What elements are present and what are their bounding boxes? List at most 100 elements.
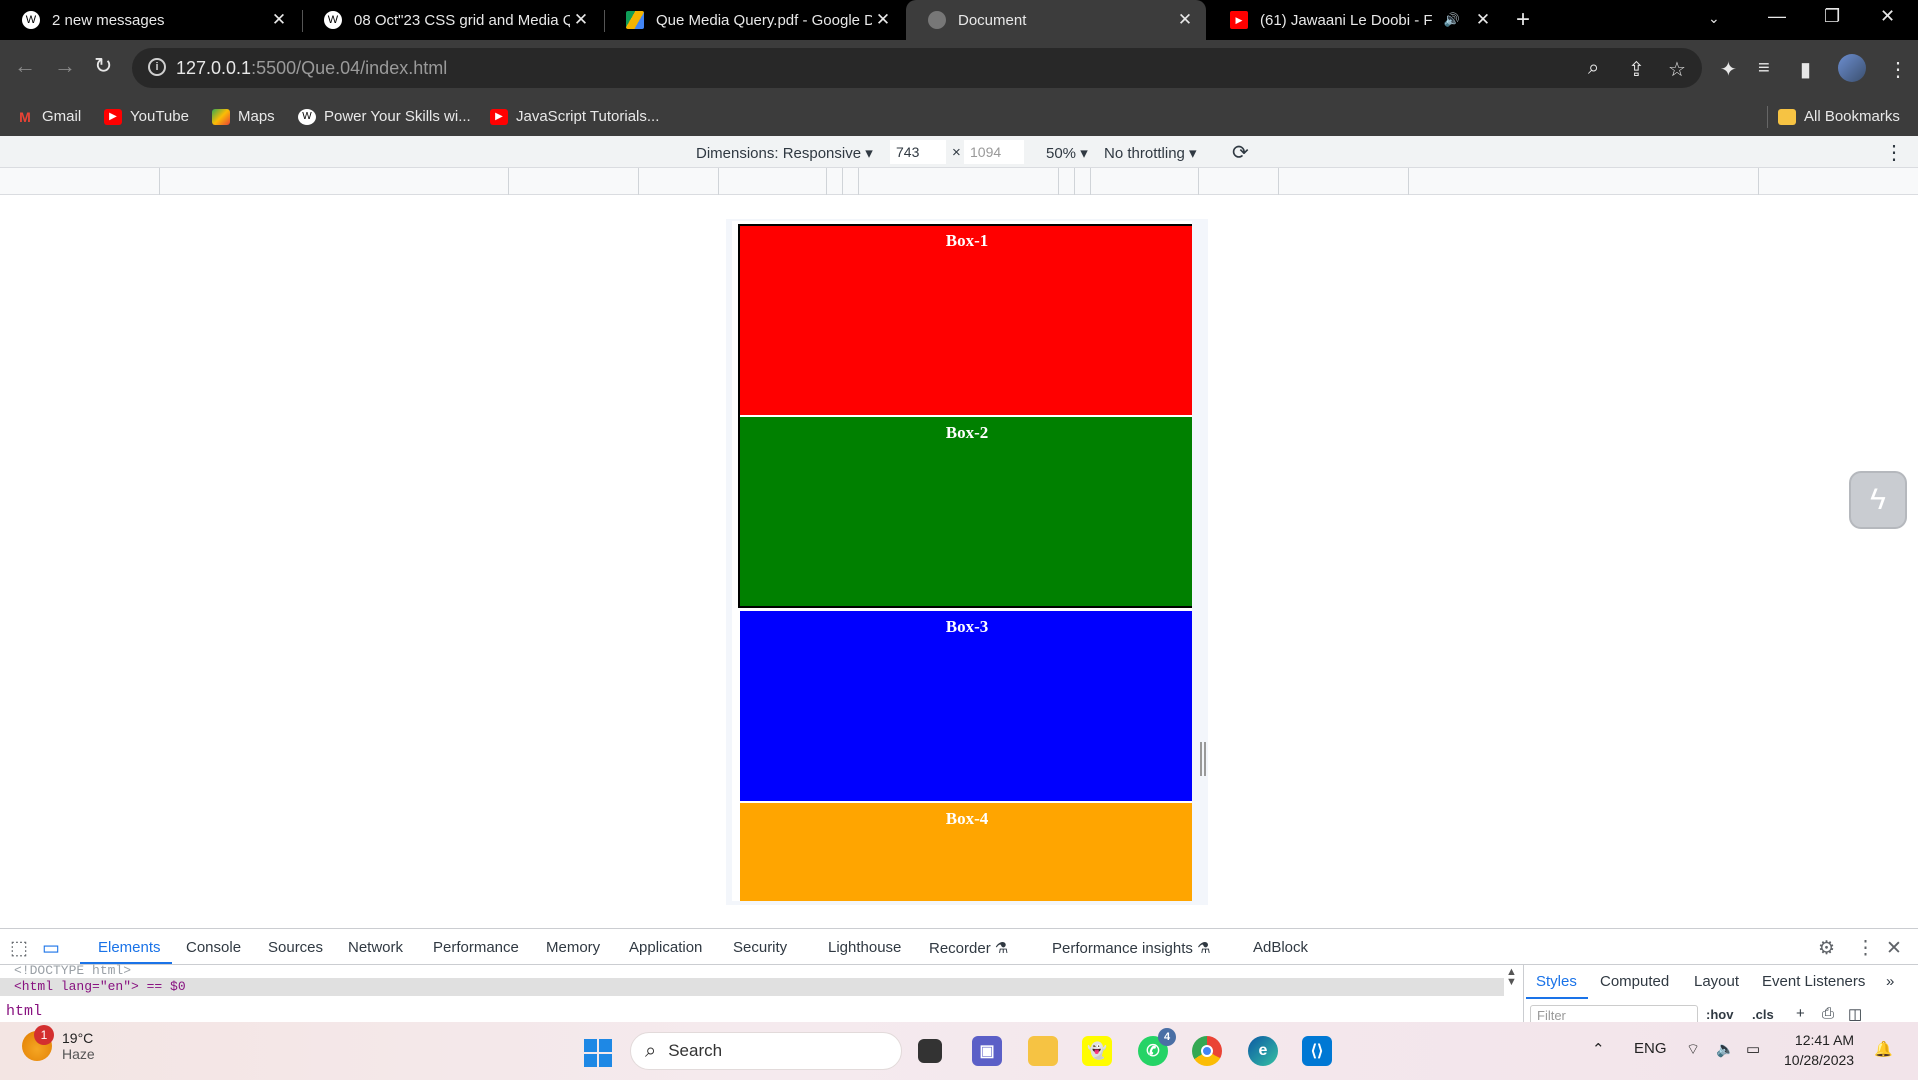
cls-toggle[interactable]: .cls	[1752, 1007, 1774, 1022]
snapchat-icon[interactable]: 👻	[1082, 1036, 1112, 1066]
tab-adblock[interactable]: AdBlock	[1253, 939, 1308, 956]
side-panel-icon[interactable]: ▮	[1800, 57, 1811, 82]
scroll-arrows-icon[interactable]: ▲ ▼	[1506, 967, 1517, 988]
new-tab-button[interactable]: +	[1516, 6, 1530, 34]
styles-tab-indicator	[1526, 997, 1588, 999]
settings-icon[interactable]: ⚙	[1818, 937, 1835, 960]
hov-toggle[interactable]: :hov	[1706, 1007, 1733, 1022]
computed-sidebar-icon[interactable]: ◫	[1848, 1005, 1862, 1023]
tab-document[interactable]: Document ✕	[906, 0, 1206, 40]
all-bookmarks[interactable]: All Bookmarks	[1778, 108, 1900, 125]
devtools-close-icon[interactable]: ✕	[1886, 937, 1902, 960]
tab-layout[interactable]: Layout	[1694, 973, 1739, 990]
resize-handle-right[interactable]	[1200, 742, 1206, 776]
info-icon[interactable]: i	[148, 58, 166, 76]
tab-network[interactable]: Network	[348, 939, 403, 956]
window-close-icon[interactable]: ✕	[1880, 6, 1895, 27]
minimize-icon[interactable]: —	[1768, 6, 1786, 27]
tab-performance[interactable]: Performance	[433, 939, 519, 956]
dimensions-dropdown[interactable]: Dimensions: Responsive ▾	[696, 144, 873, 162]
tab-computed[interactable]: Computed	[1600, 973, 1669, 990]
add-rule-icon[interactable]: +	[1796, 1005, 1805, 1022]
forward-icon[interactable]: →	[54, 53, 76, 79]
teams-icon[interactable]: ▣	[972, 1036, 1002, 1066]
tab-youtube-video[interactable]: ▶ (61) Jawaani Le Doobi - Full 🔊 ✕	[1208, 0, 1504, 40]
weather-widget[interactable]: 1 19°C Haze	[22, 1025, 95, 1062]
tab-sources[interactable]: Sources	[268, 939, 323, 956]
bookmark-youtube[interactable]: ▶ YouTube	[104, 108, 189, 125]
tab-console[interactable]: Console	[186, 939, 241, 956]
devtools-menu-icon[interactable]: ⋮	[1856, 937, 1875, 960]
tab-media-query-pdf[interactable]: Que Media Query.pdf - Google D ✕	[604, 0, 904, 40]
tray-overflow-icon[interactable]: ⌃	[1592, 1040, 1605, 1058]
back-icon[interactable]: ←	[14, 53, 36, 79]
device-toggle-icon[interactable]: ▭	[42, 937, 60, 960]
menu-icon[interactable]: ⋮	[1888, 57, 1908, 82]
more-tabs-icon[interactable]: »	[1886, 973, 1894, 990]
whatsapp-icon[interactable]: ✆ 4	[1138, 1028, 1176, 1066]
elements-dom-tree[interactable]: <!DOCTYPE html> <html lang="en"> == $0 h…	[0, 963, 1524, 1023]
task-view-icon[interactable]	[918, 1039, 942, 1063]
close-icon[interactable]: ✕	[268, 10, 290, 30]
tab-application[interactable]: Application	[629, 939, 702, 956]
bookmark-js-tutorials[interactable]: ▶ JavaScript Tutorials...	[490, 108, 659, 125]
width-input[interactable]: 743	[890, 140, 946, 164]
throttling-dropdown[interactable]: No throttling ▾	[1104, 144, 1197, 162]
doctype-line[interactable]: <!DOCTYPE html>	[14, 963, 131, 978]
chrome-icon[interactable]	[1192, 1036, 1222, 1066]
lightning-extension-icon[interactable]: ϟ	[1849, 471, 1907, 529]
html-tag-line[interactable]: <html lang="en"> == $0	[14, 979, 186, 994]
tab-title: 08 Oct"23 CSS grid and Media Q	[354, 11, 570, 29]
share-icon[interactable]: ⇪	[1628, 57, 1645, 82]
close-icon[interactable]: ✕	[872, 10, 894, 30]
battery-icon[interactable]: ▭	[1746, 1040, 1760, 1058]
star-icon[interactable]: ☆	[1668, 57, 1686, 82]
vscode-icon[interactable]: ⟨⟩	[1302, 1036, 1332, 1066]
close-icon[interactable]: ✕	[1174, 10, 1196, 30]
language-indicator[interactable]: ENG	[1634, 1040, 1667, 1057]
tab-memory[interactable]: Memory	[546, 939, 600, 956]
taskbar-search[interactable]: ⌕ Search	[630, 1032, 902, 1070]
close-icon[interactable]: ✕	[570, 10, 592, 30]
bookmark-maps[interactable]: Maps	[212, 108, 275, 125]
tab-messages[interactable]: W 2 new messages ✕	[0, 0, 300, 40]
wifi-icon[interactable]: ⌔	[1686, 1040, 1700, 1059]
selected-dom-line[interactable]	[0, 978, 1504, 996]
system-clock[interactable]: 12:41 AM 10/28/2023	[1784, 1030, 1854, 1070]
print-styles-icon[interactable]: ⎙	[1822, 1005, 1834, 1022]
zoom-dropdown[interactable]: 50% ▾	[1046, 144, 1088, 162]
bookmark-power-skills[interactable]: W Power Your Skills wi...	[298, 108, 471, 125]
more-options-icon[interactable]: ⋮	[1884, 140, 1904, 165]
volume-icon[interactable]: 🔈	[1716, 1040, 1735, 1058]
zoom-icon[interactable]: ⌕	[1588, 57, 1599, 80]
extensions-icon[interactable]: ✦	[1720, 57, 1737, 82]
tab-performance-insights[interactable]: Performance insights ⚗	[1052, 939, 1211, 957]
reload-icon[interactable]: ↻	[94, 53, 112, 79]
tab-security[interactable]: Security	[733, 939, 787, 956]
tab-event-listeners[interactable]: Event Listeners	[1762, 973, 1865, 990]
start-button[interactable]	[584, 1039, 612, 1067]
tab-styles[interactable]: Styles	[1536, 973, 1577, 990]
tab-css-grid[interactable]: W 08 Oct"23 CSS grid and Media Q ✕	[302, 0, 602, 40]
inspect-element-icon[interactable]: ⬚	[10, 937, 28, 960]
file-explorer-icon[interactable]	[1028, 1036, 1058, 1066]
rotate-icon[interactable]: ⟳	[1232, 140, 1249, 165]
notification-bell-icon[interactable]: 🔔	[1874, 1040, 1893, 1058]
tab-search-icon[interactable]: ⌄	[1708, 10, 1720, 27]
tab-elements[interactable]: Elements	[98, 939, 161, 956]
media-queue-icon[interactable]: ≡	[1758, 57, 1770, 80]
tab-recorder[interactable]: Recorder ⚗	[929, 939, 1008, 957]
close-icon[interactable]: ✕	[1472, 10, 1494, 30]
edge-icon[interactable]: e	[1248, 1036, 1278, 1066]
height-input[interactable]: 1094	[964, 140, 1024, 164]
ruler-tick	[842, 168, 843, 195]
bookmark-gmail[interactable]: M Gmail	[16, 108, 81, 125]
tab-lighthouse[interactable]: Lighthouse	[828, 939, 901, 956]
speaker-icon[interactable]: 🔊	[1444, 12, 1460, 28]
breadcrumb[interactable]: html	[6, 1003, 42, 1020]
youtube-icon: ▶	[490, 108, 508, 125]
url-text[interactable]: 127.0.0.1:5500/Que.04/index.html	[176, 58, 447, 79]
profile-avatar[interactable]	[1838, 54, 1866, 82]
restore-icon[interactable]: ❐	[1824, 6, 1840, 27]
address-bar[interactable]: i 127.0.0.1:5500/Que.04/index.html ⌕ ⇪ ☆	[132, 48, 1702, 88]
